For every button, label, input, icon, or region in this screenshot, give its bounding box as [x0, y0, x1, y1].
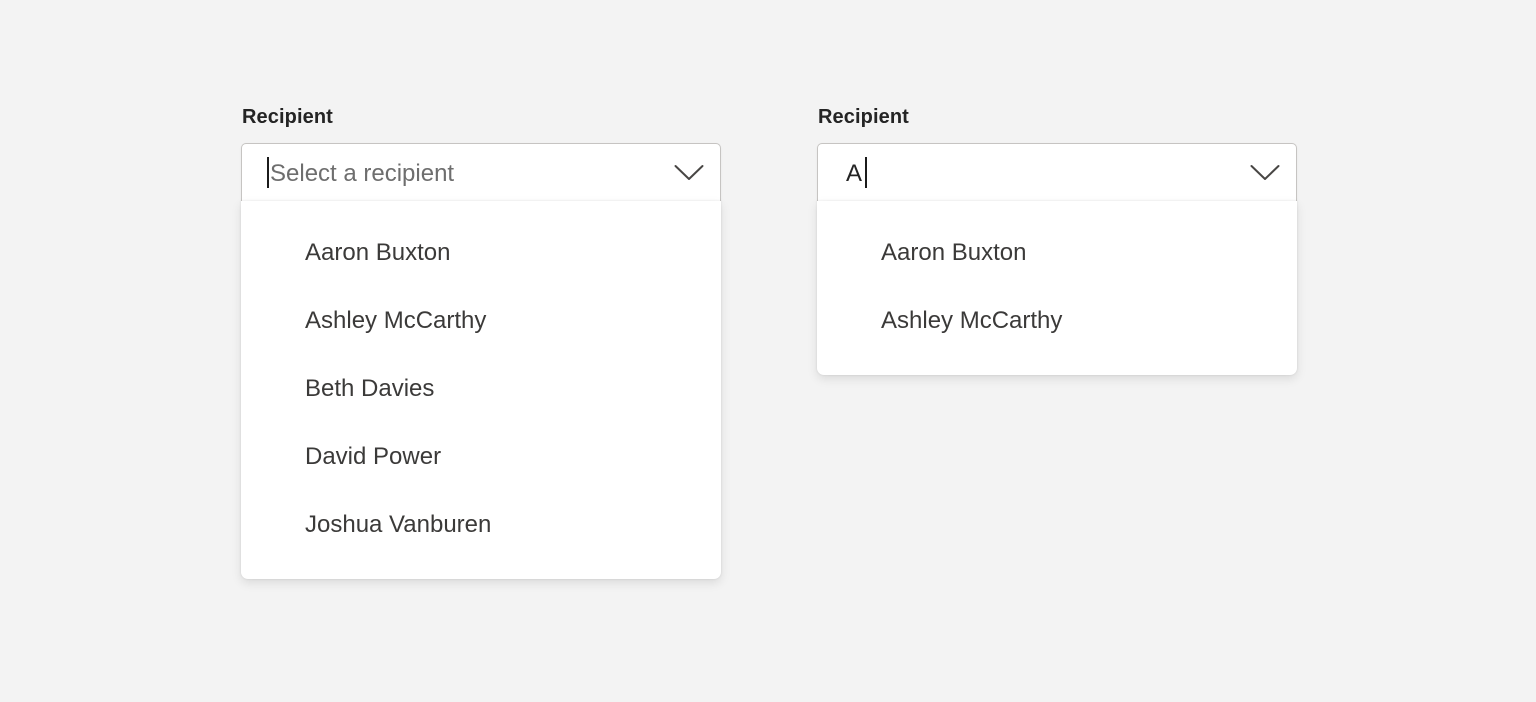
recipient-input-text[interactable]: Select a recipient: [242, 156, 658, 189]
list-item[interactable]: Joshua Vanburen: [241, 491, 721, 559]
text-cursor: [267, 156, 269, 188]
combobox-group-recipient-filtered: Recipient A Aaron Buxton Ashley McCarthy: [817, 104, 1297, 375]
page-canvas: Recipient Select a recipient Aaron Buxto…: [0, 0, 1536, 702]
list-item[interactable]: Ashley McCarthy: [817, 287, 1297, 355]
recipient-label: Recipient: [242, 106, 333, 128]
recipient-option-list: Aaron Buxton Ashley McCarthy Beth Davies…: [241, 201, 721, 579]
recipient-input-value: A: [846, 159, 863, 187]
recipient-combobox-input-filtered[interactable]: A: [817, 143, 1297, 204]
list-item[interactable]: Beth Davies: [241, 355, 721, 423]
list-item[interactable]: Ashley McCarthy: [241, 287, 721, 355]
text-cursor: [865, 156, 868, 188]
recipient-placeholder-text: Select a recipient: [270, 159, 455, 187]
chevron-down-icon: [1250, 164, 1280, 182]
recipient-expand-button-filtered[interactable]: [1234, 145, 1296, 201]
chevron-down-icon: [674, 164, 704, 182]
list-item[interactable]: Aaron Buxton: [817, 219, 1297, 287]
recipient-combobox-input[interactable]: Select a recipient: [241, 143, 721, 204]
recipient-input-text-filtered[interactable]: A: [818, 156, 1234, 189]
list-item[interactable]: Aaron Buxton: [241, 219, 721, 287]
combobox-group-recipient-empty: Recipient Select a recipient Aaron Buxto…: [241, 104, 721, 579]
recipient-option-list-filtered: Aaron Buxton Ashley McCarthy: [817, 201, 1297, 375]
recipient-label: Recipient: [818, 106, 909, 128]
recipient-expand-button[interactable]: [658, 145, 720, 201]
list-item[interactable]: David Power: [241, 423, 721, 491]
